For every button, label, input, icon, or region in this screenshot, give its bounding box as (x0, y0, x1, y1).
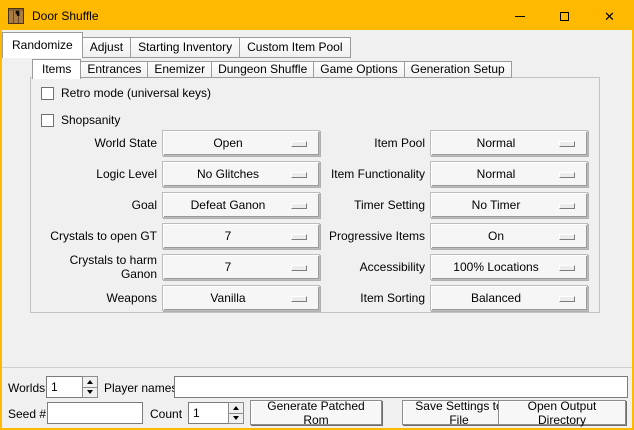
count-spin-down-button[interactable] (228, 414, 244, 425)
accessibility-dropdown[interactable]: 100% Locations (430, 254, 588, 280)
goal-dropdown[interactable]: Defeat Ganon (162, 192, 320, 218)
dropdown-indicator-icon (559, 234, 575, 240)
item-pool-dropdown[interactable]: Normal (430, 130, 588, 156)
progressive-items-label: Progressive Items (320, 229, 430, 243)
dropdown-indicator-icon (559, 141, 575, 147)
setting-row: Crystals to open GT 7 Progressive Items … (31, 223, 599, 249)
window-body: Randomize Adjust Starting Inventory Cust… (2, 30, 632, 428)
dropdown-indicator-icon (291, 203, 307, 209)
tab-generation-setup[interactable]: Generation Setup (404, 61, 512, 78)
spin-down-icon (233, 416, 239, 420)
spin-down-icon (87, 390, 93, 394)
worlds-label: Worlds (8, 381, 45, 395)
logic-level-dropdown[interactable]: No Glitches (162, 161, 320, 187)
tab-enemizer[interactable]: Enemizer (147, 61, 212, 78)
setting-row: World State Open Item Pool Normal (31, 130, 599, 156)
dropdown-indicator-icon (291, 296, 307, 302)
window-controls: ✕ (497, 2, 632, 30)
worlds-spin-down-button[interactable] (82, 388, 98, 399)
door-shuffle-window: Door Shuffle ✕ Randomize Adjust Starting… (0, 0, 634, 430)
window-title: Door Shuffle (32, 9, 99, 23)
item-sorting-label: Item Sorting (320, 291, 430, 305)
crystals-open-gt-dropdown[interactable]: 7 (162, 223, 320, 249)
spin-up-icon (233, 406, 239, 410)
retro-mode-row: Retro mode (universal keys) (41, 86, 211, 100)
weapons-dropdown[interactable]: Vanilla (162, 285, 320, 311)
dropdown-indicator-icon (559, 172, 575, 178)
minimize-button[interactable] (497, 2, 542, 30)
count-label: Count (150, 407, 182, 421)
item-functionality-label: Item Functionality (320, 167, 430, 181)
worlds-spinner[interactable] (46, 376, 98, 398)
tab-game-options[interactable]: Game Options (313, 61, 404, 78)
item-sorting-dropdown[interactable]: Balanced (430, 285, 588, 311)
tab-entrances[interactable]: Entrances (80, 61, 148, 78)
count-spin-up-button[interactable] (228, 402, 244, 414)
bottom-divider (2, 367, 632, 368)
maximize-button[interactable] (542, 2, 587, 30)
count-input[interactable] (188, 402, 228, 424)
dropdown-indicator-icon (291, 141, 307, 147)
setting-row: Crystals to harm Ganon 7 Accessibility 1… (31, 254, 599, 280)
crystals-harm-ganon-dropdown[interactable]: 7 (162, 254, 320, 280)
player-names-label: Player names (104, 381, 177, 395)
dropdown-indicator-icon (291, 172, 307, 178)
dropdown-indicator-icon (559, 296, 575, 302)
tab-randomize[interactable]: Randomize (2, 32, 83, 58)
shopsanity-label: Shopsanity (61, 113, 120, 127)
sub-tab-bar: Items Entrances Enemizer Dungeon Shuffle… (32, 58, 511, 78)
minimize-icon (515, 16, 525, 17)
items-pane: Retro mode (universal keys) Shopsanity W… (30, 77, 600, 313)
tab-adjust[interactable]: Adjust (82, 37, 131, 58)
player-names-input[interactable] (174, 376, 628, 398)
tab-starting-inventory[interactable]: Starting Inventory (130, 37, 240, 58)
seed-label: Seed # (8, 407, 46, 421)
setting-row: Logic Level No Glitches Item Functionali… (31, 161, 599, 187)
dropdown-indicator-icon (291, 265, 307, 271)
worlds-input[interactable] (46, 376, 82, 398)
tab-custom-item-pool[interactable]: Custom Item Pool (239, 37, 350, 58)
progressive-items-dropdown[interactable]: On (430, 223, 588, 249)
close-icon: ✕ (604, 10, 615, 23)
main-tab-bar: Randomize Adjust Starting Inventory Cust… (2, 32, 350, 58)
worlds-spin-up-button[interactable] (82, 376, 98, 388)
count-spinner[interactable] (188, 402, 244, 424)
retro-mode-label: Retro mode (universal keys) (61, 86, 211, 100)
close-button[interactable]: ✕ (587, 2, 632, 30)
generate-patched-rom-button[interactable]: Generate Patched Rom (250, 400, 382, 425)
timer-setting-dropdown[interactable]: No Timer (430, 192, 588, 218)
accessibility-label: Accessibility (320, 260, 430, 274)
tab-items[interactable]: Items (32, 59, 81, 79)
crystals-harm-ganon-label: Crystals to harm Ganon (31, 253, 162, 281)
item-functionality-dropdown[interactable]: Normal (430, 161, 588, 187)
dropdown-indicator-icon (291, 234, 307, 240)
dropdown-indicator-icon (559, 203, 575, 209)
shopsanity-checkbox[interactable] (41, 114, 54, 127)
spin-up-icon (87, 380, 93, 384)
goal-label: Goal (31, 198, 162, 212)
seed-input[interactable] (47, 402, 143, 424)
title-bar: Door Shuffle ✕ (2, 2, 632, 30)
setting-row: Goal Defeat Ganon Timer Setting No Timer (31, 192, 599, 218)
item-pool-label: Item Pool (320, 136, 430, 150)
logic-level-label: Logic Level (31, 167, 162, 181)
maximize-icon (560, 12, 569, 21)
settings-grid: World State Open Item Pool Normal Logic … (31, 130, 599, 316)
world-state-dropdown[interactable]: Open (162, 130, 320, 156)
world-state-label: World State (31, 136, 162, 150)
crystals-open-gt-label: Crystals to open GT (31, 229, 162, 243)
timer-setting-label: Timer Setting (320, 198, 430, 212)
tab-dungeon-shuffle[interactable]: Dungeon Shuffle (211, 61, 314, 78)
setting-row: Weapons Vanilla Item Sorting Balanced (31, 285, 599, 311)
app-door-icon (8, 8, 24, 24)
retro-mode-checkbox[interactable] (41, 87, 54, 100)
weapons-label: Weapons (31, 291, 162, 305)
open-output-directory-button[interactable]: Open Output Directory (498, 400, 626, 425)
dropdown-indicator-icon (559, 265, 575, 271)
shopsanity-row: Shopsanity (41, 113, 120, 127)
